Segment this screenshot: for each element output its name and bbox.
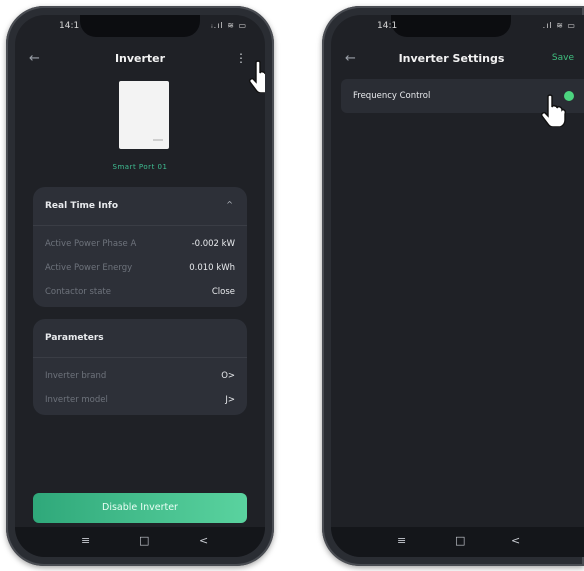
divider <box>33 357 247 358</box>
collapse-chevron-icon[interactable]: ^ <box>226 200 233 209</box>
home-icon[interactable]: □ <box>455 534 465 547</box>
inverter-settings-screen: 14:1 .ıl ≋ ▭ ← Inverter Settings Save Fr… <box>331 15 584 557</box>
parameters-card: Parameters Inverter brand O> Inverter mo… <box>33 319 247 415</box>
row-label: Inverter model <box>45 395 108 405</box>
inverter-screen: 14:1 ᵢ.ıl ≋ ▭ ← Inverter ⋮ Smart Port 01… <box>15 15 265 557</box>
recent-apps-icon[interactable]: ≡ <box>397 534 406 547</box>
row-value: O> <box>221 371 235 381</box>
tap-hand-icon <box>540 94 567 127</box>
realtime-info-card: Real Time Info ^ Active Power Phase A -0… <box>33 187 247 307</box>
back-icon[interactable]: < <box>199 534 208 547</box>
system-nav-bar: ≡ □ < <box>15 527 265 557</box>
row-label: Active Power Phase A <box>45 239 137 249</box>
header: ← Inverter ⋮ <box>15 49 265 71</box>
divider <box>33 225 247 226</box>
realtime-info-title: Real Time Info <box>45 201 119 211</box>
frequency-control-label: Frequency Control <box>353 91 431 101</box>
inverter-device-image <box>119 81 169 149</box>
recent-apps-icon[interactable]: ≡ <box>81 534 90 547</box>
row-value: -0.002 kW <box>191 239 235 249</box>
save-button[interactable]: Save <box>552 53 574 63</box>
tap-hand-icon <box>248 60 265 93</box>
status-icons: .ıl ≋ ▭ <box>542 21 576 30</box>
parameter-row[interactable]: Inverter brand O> <box>45 371 235 387</box>
disable-inverter-button[interactable]: Disable Inverter <box>33 493 247 523</box>
left-phone: 14:1 ᵢ.ıl ≋ ▭ ← Inverter ⋮ Smart Port 01… <box>6 6 274 566</box>
row-value: J> <box>225 395 235 405</box>
row-label: Active Power Energy <box>45 263 133 273</box>
row-value: Close <box>211 287 235 297</box>
status-bar: 14:1 .ıl ≋ ▭ <box>331 21 584 35</box>
row-value: 0.010 kWh <box>189 263 235 273</box>
status-icons: ᵢ.ıl ≋ ▭ <box>211 21 247 30</box>
parameter-row[interactable]: Inverter model J> <box>45 395 235 411</box>
table-row: Active Power Phase A -0.002 kW <box>45 239 235 255</box>
right-phone: 14:1 .ıl ≋ ▭ ← Inverter Settings Save Fr… <box>322 6 584 566</box>
row-label: Contactor state <box>45 287 111 297</box>
device-name: Smart Port 01 <box>112 163 168 171</box>
status-time: 14:1 <box>377 21 398 31</box>
header: ← Inverter Settings Save <box>331 49 584 71</box>
page-title: Inverter <box>114 52 166 65</box>
status-time: 14:1 <box>59 21 80 31</box>
back-icon[interactable]: < <box>511 534 520 547</box>
table-row: Contactor state Close <box>45 287 235 303</box>
system-nav-bar: ≡ □ < <box>331 527 584 557</box>
table-row: Active Power Energy 0.010 kWh <box>45 263 235 279</box>
parameters-title: Parameters <box>45 333 104 343</box>
device-label-tag <box>153 139 163 141</box>
row-label: Inverter brand <box>45 371 107 381</box>
home-icon[interactable]: □ <box>139 534 149 547</box>
status-bar: 14:1 ᵢ.ıl ≋ ▭ <box>15 21 265 35</box>
page-title: Inverter Settings <box>398 52 505 65</box>
